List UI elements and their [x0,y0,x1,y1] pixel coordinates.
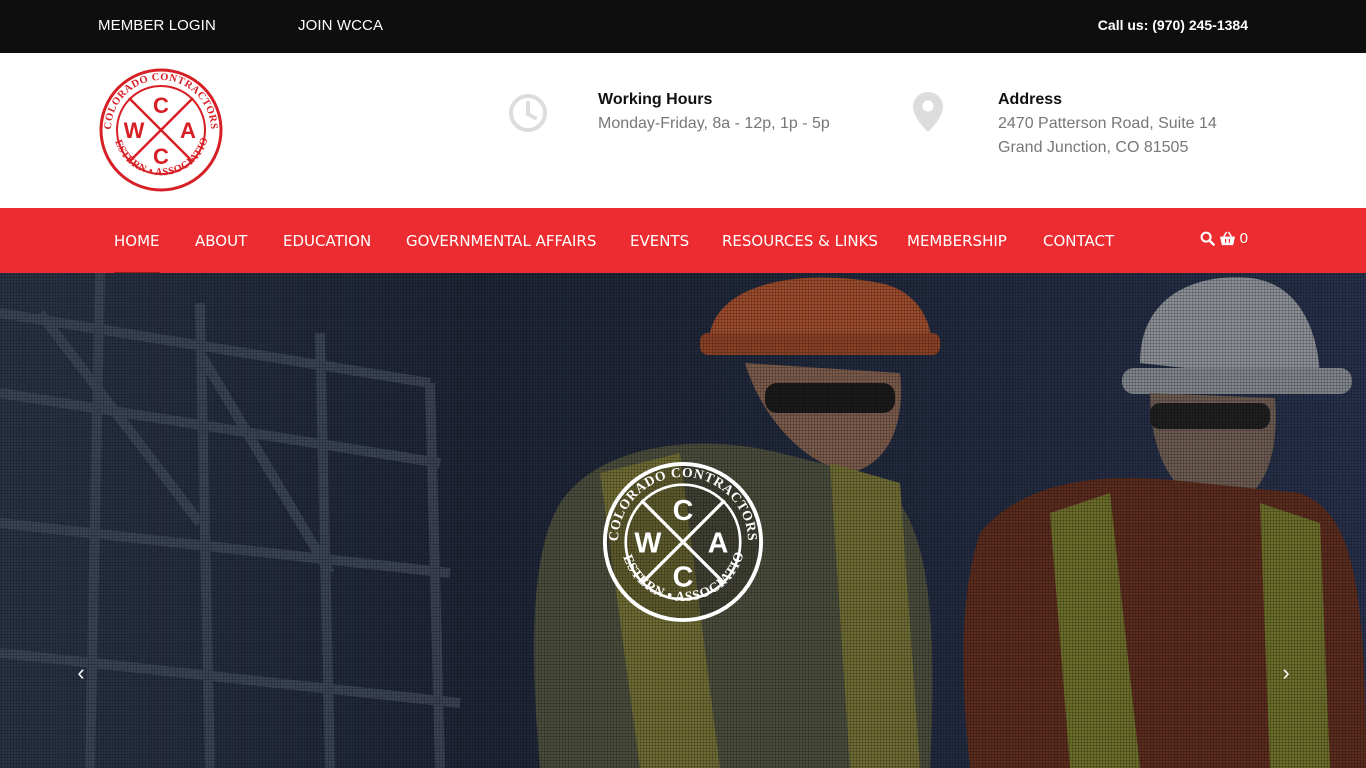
hero-logo-letter-bottom: C [673,561,694,593]
hero-logo-letter-top: C [673,495,694,527]
logo-letter-bottom: C [153,144,169,169]
hero-logo-letter-right: A [708,527,729,559]
working-hours-text: Monday-Friday, 8a - 12p, 1p - 5p [598,115,830,132]
basket-icon[interactable] [1219,231,1236,246]
cart-count[interactable]: 0 [1240,230,1248,247]
top-bar: MEMBER LOGIN JOIN WCCA Call us: (970) 24… [0,0,1366,53]
nav-governmental-affairs[interactable]: GOVERNMENTAL AFFAIRS [406,232,596,250]
chevron-right-icon[interactable]: › [1271,658,1301,688]
main-nav: HOME ABOUT EDUCATION GOVERNMENTAL AFFAIR… [0,208,1366,274]
nav-events[interactable]: EVENTS [630,232,689,250]
nav-education[interactable]: EDUCATION [283,232,371,250]
nav-contact[interactable]: CONTACT [1043,232,1114,250]
logo-letter-right: A [180,118,196,143]
call-us-text: Call us: (970) 245-1384 [1097,17,1248,33]
clock-icon [509,94,547,132]
wcca-logo[interactable]: COLORADO CONTRACTORS WESTERN • ASSOCIATI… [98,67,224,193]
chevron-left-icon[interactable]: ‹ [66,658,96,688]
logo-letter-top: C [153,93,169,118]
address-line-2: Grand Junction, CO 81505 [998,139,1189,156]
nav-resources-links[interactable]: RESOURCES & LINKS [722,232,878,250]
header: COLORADO CONTRACTORS WESTERN • ASSOCIATI… [0,53,1366,208]
nav-home[interactable]: HOME [114,232,160,274]
hero-logo: COLORADO CONTRACTORS WESTERN • ASSOCIATI… [601,460,764,623]
working-hours-title: Working Hours [598,91,713,108]
nav-about[interactable]: ABOUT [195,232,247,250]
address-line-1: 2470 Patterson Road, Suite 14 [998,115,1217,132]
member-login-link[interactable]: MEMBER LOGIN [98,17,216,34]
join-wcca-link[interactable]: JOIN WCCA [298,17,383,34]
hero-logo-letter-left: W [634,527,661,559]
search-icon[interactable] [1200,231,1215,246]
map-pin-icon [913,92,943,132]
nav-membership[interactable]: MEMBERSHIP [907,232,1007,250]
hero-slider: COLORADO CONTRACTORS WESTERN • ASSOCIATI… [0,273,1366,768]
logo-letter-left: W [124,118,145,143]
nav-tools: 0 [1200,230,1248,247]
address-title: Address [998,91,1063,108]
